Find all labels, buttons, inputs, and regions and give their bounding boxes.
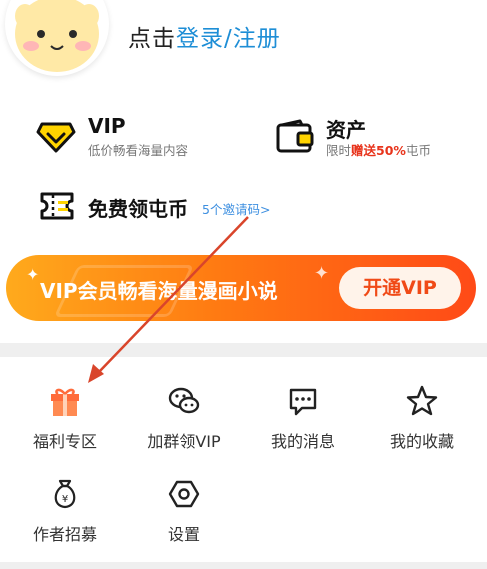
login-prefix: 点击	[128, 26, 176, 52]
settings-icon	[168, 480, 200, 508]
assets-sub-suffix: 屯币	[405, 143, 431, 158]
ticket-icon	[40, 192, 74, 220]
hamster-avatar-icon	[7, 0, 107, 74]
assets-title: 资产	[326, 118, 366, 142]
grid-label: 我的收藏	[389, 432, 454, 451]
vip-title: VIP	[88, 114, 126, 138]
section-divider	[0, 343, 487, 357]
vip-promo-banner[interactable]: ✦ ✦ VIP会员畅看海量漫画小说 开通VIP	[6, 255, 476, 321]
assets-sub-prefix: 限时	[326, 143, 352, 158]
svg-text:¥: ¥	[62, 494, 68, 505]
bottom-divider	[0, 562, 487, 569]
banner-text: VIP会员畅看海量漫画小说	[40, 279, 278, 303]
assets-sub-highlight: 赠送50%	[351, 143, 406, 158]
money-bag-icon: ¥	[54, 479, 76, 509]
open-vip-button[interactable]: 开通VIP	[339, 267, 461, 309]
invite-code-link[interactable]: 5个邀请码>	[202, 199, 270, 218]
gift-icon	[51, 388, 79, 416]
login-register-link[interactable]: 点击登录/注册	[128, 19, 281, 53]
grid-label: 作者招募	[32, 525, 97, 544]
welfare-zone-item[interactable]: 福利专区	[10, 384, 120, 464]
grid-label: 我的消息	[270, 432, 335, 451]
sparkle-icon: ✦	[314, 263, 330, 284]
free-coins-title: 免费领屯币	[88, 197, 188, 221]
sparkle-icon: ✦	[26, 265, 40, 284]
assets-subtitle: 限时赠送50%屯币	[326, 140, 431, 159]
my-messages-item[interactable]: 我的消息	[248, 384, 358, 464]
grid-label: 福利专区	[32, 432, 97, 451]
login-register-text[interactable]: 登录/注册	[176, 26, 281, 52]
settings-item[interactable]: 设置	[129, 477, 239, 557]
grid-label: 加群领VIP	[147, 432, 221, 451]
wechat-icon	[168, 387, 200, 414]
grid-label: 设置	[167, 525, 200, 544]
diamond-icon	[36, 122, 76, 153]
author-recruit-item[interactable]: ¥ 作者招募	[10, 477, 120, 557]
join-group-vip-item[interactable]: 加群领VIP	[129, 384, 239, 464]
wallet-icon	[276, 119, 314, 153]
vip-subtitle: 低价畅看海量内容	[88, 143, 189, 158]
avatar[interactable]	[5, 0, 109, 76]
star-icon	[406, 385, 438, 416]
my-favorites-item[interactable]: 我的收藏	[367, 384, 477, 464]
message-icon	[289, 388, 317, 416]
